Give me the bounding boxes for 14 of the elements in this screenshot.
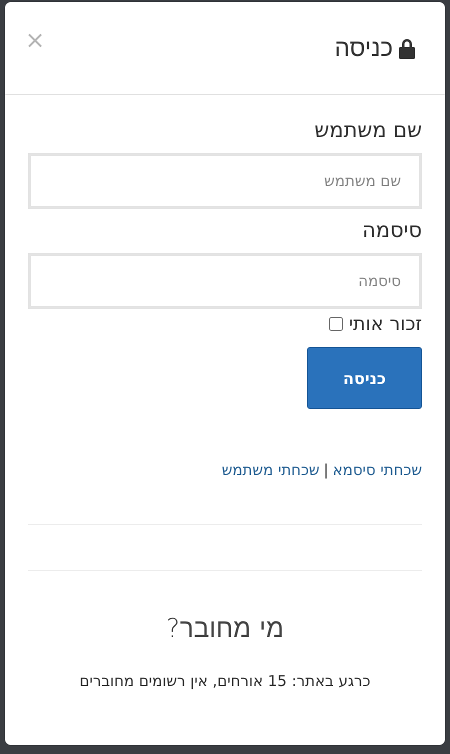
field-label: סיסמה [361,217,422,244]
password-field[interactable]: סיסמה [28,253,422,309]
status-text: כרגע באתר: 15 אורחים, אין רשומים מחוברים [78,672,372,690]
remember-checkbox[interactable] [328,317,343,331]
field-label: שם משתמש [313,117,422,144]
dialog-title: כניסה [334,34,393,62]
lock-icon [397,37,417,59]
link-separator: | [324,461,329,479]
checkbox-label: זכור אותי [348,313,422,335]
text-link[interactable]: שכחתי משתמש [222,461,320,479]
login-button[interactable]: כניסה [307,347,422,409]
section-heading: מי מחובר? [165,613,285,644]
username-field[interactable]: שם משתמש [28,153,422,209]
text-link[interactable]: שכחתי סיסמא [332,461,422,479]
